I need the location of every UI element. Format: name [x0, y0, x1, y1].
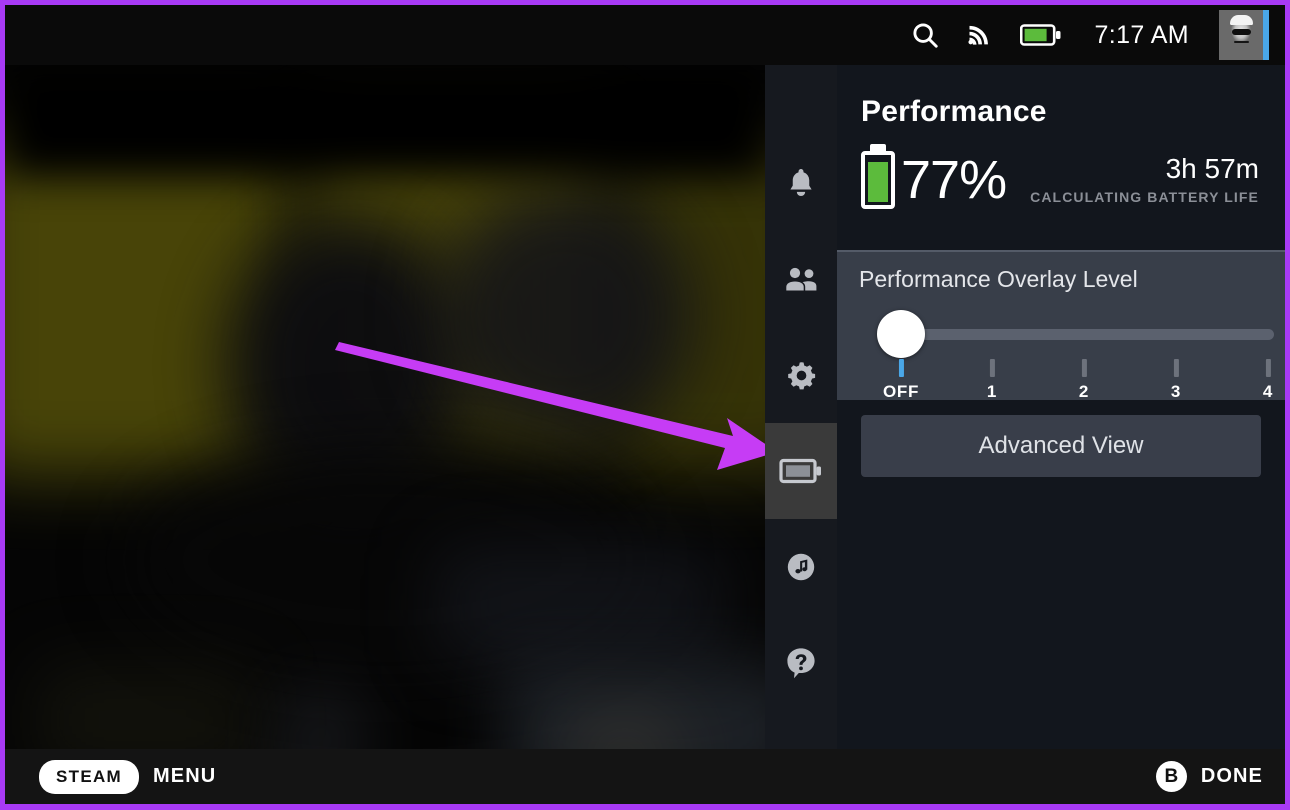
bottom-action-bar: STEAM MENU B DONE	[5, 749, 1285, 804]
music-note-icon	[785, 551, 817, 583]
bell-icon	[786, 167, 816, 199]
steam-button[interactable]: STEAM	[39, 759, 139, 794]
avatar[interactable]	[1219, 10, 1269, 60]
sidebar-item-performance[interactable]	[765, 423, 837, 519]
page-title: Performance	[861, 95, 1047, 128]
battery-percent: 77%	[901, 150, 1007, 210]
avatar-image	[1219, 10, 1264, 60]
gear-icon	[785, 359, 818, 392]
avatar-status-bar	[1263, 10, 1269, 60]
sidebar-item-settings[interactable]	[765, 327, 837, 423]
advanced-view-button[interactable]: Advanced View	[861, 415, 1261, 477]
question-mark-icon	[785, 646, 817, 680]
slider-thumb[interactable]	[877, 310, 925, 358]
overlay-level-label: Performance Overlay Level	[859, 266, 1138, 292]
performance-overlay-section: Performance Overlay Level OFF 1 2 3 4	[837, 250, 1285, 401]
battery-fill	[868, 162, 888, 202]
overlay-level-slider[interactable]: OFF 1 2 3 4	[859, 310, 1274, 401]
battery-time-remaining: 3h 57m	[1165, 153, 1259, 185]
done-label[interactable]: DONE	[1201, 765, 1263, 788]
battery-summary: 77% 3h 57m CALCULATING BATTERY LIFE	[837, 129, 1285, 209]
quick-access-icon-rail	[765, 65, 837, 750]
tick-mark-3	[1173, 359, 1179, 377]
performance-panel: Performance 77% 3h 57m CALCULATING BATTE…	[837, 65, 1285, 750]
wifi-icon[interactable]	[966, 21, 994, 49]
clock: 7:17 AM	[1094, 20, 1189, 49]
sidebar-item-notifications[interactable]	[765, 135, 837, 231]
tick-label-4: 4	[1262, 382, 1274, 401]
b-button-icon[interactable]: B	[1155, 761, 1187, 792]
steam-deck-quick-access-screen: 7:17 AM Performance 77% 3h 57m CALCULATI…	[0, 0, 1290, 810]
sidebar-item-help[interactable]	[765, 615, 837, 711]
sidebar-item-music[interactable]	[765, 519, 837, 615]
battery-status-text: CALCULATING BATTERY LIFE	[1030, 189, 1259, 205]
tick-mark-4	[1265, 359, 1271, 377]
battery-icon	[779, 456, 823, 486]
blurred-game-background	[5, 65, 765, 750]
slider-track[interactable]	[899, 329, 1274, 340]
top-status-bar: 7:17 AM	[5, 5, 1285, 65]
tick-label-3: 3	[1170, 382, 1182, 401]
battery-icon	[1020, 22, 1062, 48]
search-icon[interactable]	[910, 20, 940, 50]
tick-mark-off	[898, 359, 904, 377]
slider-ticks: OFF 1 2 3 4	[859, 359, 1272, 401]
battery-level-icon	[861, 151, 895, 209]
tick-label-off: OFF	[882, 382, 920, 401]
tick-label-1: 1	[986, 382, 998, 401]
sidebar-item-friends[interactable]	[765, 231, 837, 327]
tick-label-2: 2	[1078, 382, 1090, 401]
people-icon	[784, 265, 818, 293]
tick-mark-1	[989, 359, 995, 377]
menu-label[interactable]: MENU	[153, 765, 216, 788]
tick-mark-2	[1081, 359, 1087, 377]
